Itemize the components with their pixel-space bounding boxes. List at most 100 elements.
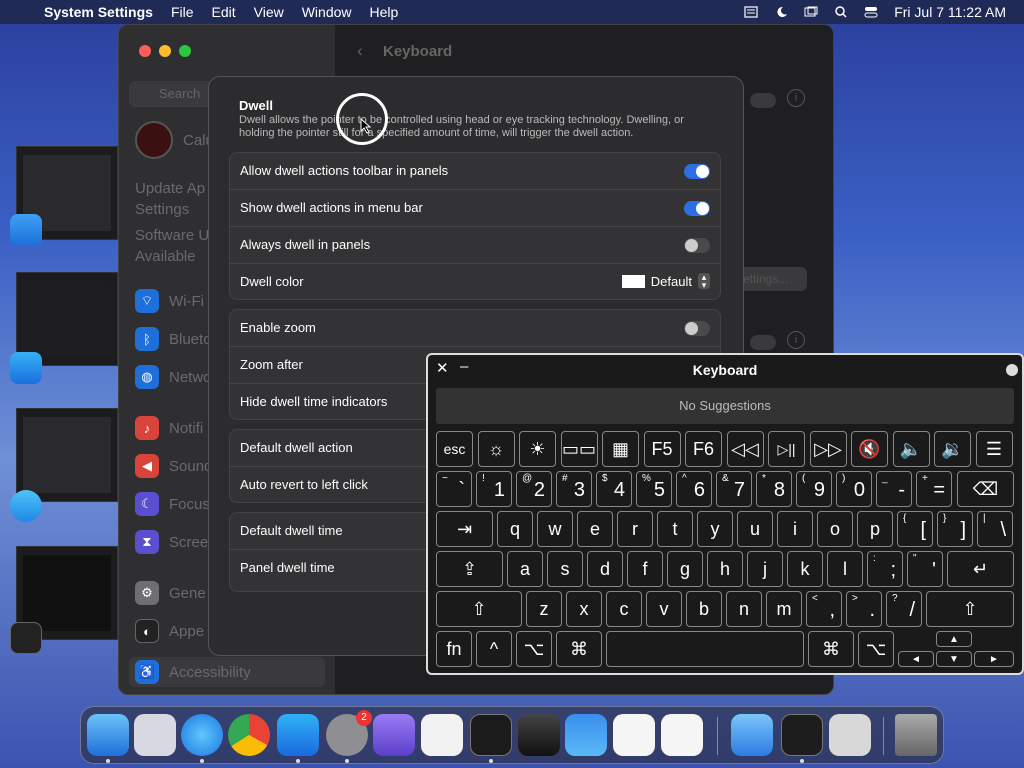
key-letter[interactable]: j	[747, 551, 783, 587]
left-command-key[interactable]: ⌘	[556, 631, 602, 667]
dock-podcasts-icon[interactable]	[373, 714, 415, 756]
key-letter[interactable]: b	[686, 591, 722, 627]
space-bar[interactable]	[606, 631, 804, 667]
dock-safari-icon[interactable]	[181, 714, 223, 763]
key-letter[interactable]: u	[737, 511, 773, 547]
menu-clock[interactable]: Fri Jul 7 11:22 AM	[894, 4, 1006, 20]
dock-app-store-icon[interactable]	[277, 714, 319, 763]
key-number[interactable]: ~ `	[436, 471, 472, 507]
caps-lock-key[interactable]: ⇪	[436, 551, 503, 587]
key-fn-row[interactable]: F5	[643, 431, 681, 467]
dock-vscode-icon[interactable]	[661, 714, 703, 756]
key-fn-row[interactable]: 🔈	[892, 431, 930, 467]
dock-instruments-icon[interactable]	[518, 714, 560, 756]
key-letter[interactable]: a	[507, 551, 543, 587]
sidebar-software-update[interactable]: Software U Available	[135, 227, 209, 265]
key-letter[interactable]: p	[857, 511, 893, 547]
key-letter[interactable]: f	[627, 551, 663, 587]
sidebar-item-network[interactable]: ◍ Netwo	[135, 365, 212, 389]
key-symbol[interactable]: <,	[806, 591, 842, 627]
menu-view[interactable]: View	[245, 4, 293, 20]
arrow-up-key[interactable]: ▲	[936, 631, 972, 647]
key-letter[interactable]: z	[526, 591, 562, 627]
key-number[interactable]: * 8	[756, 471, 792, 507]
right-command-key[interactable]: ⌘	[808, 631, 854, 667]
sidebar-item-screen-time[interactable]: ⧗ Scree	[135, 530, 208, 554]
key-number[interactable]: + =	[916, 471, 952, 507]
dock-system-settings-icon[interactable]: 2	[326, 710, 372, 763]
window-icon[interactable]	[804, 6, 818, 18]
control-key[interactable]: ^	[476, 631, 512, 667]
menu-edit[interactable]: Edit	[203, 4, 245, 20]
key-fn-row[interactable]: 🔉	[934, 431, 971, 467]
sidebar-item-bluetooth[interactable]: ᛒ Blueto	[135, 327, 212, 351]
key-letter[interactable]: l	[827, 551, 863, 587]
right-shift-key[interactable]: ⇧	[926, 591, 1014, 627]
dock-visual-studio-icon[interactable]	[613, 714, 655, 756]
toggle-switch[interactable]	[684, 201, 710, 216]
menu-app-name[interactable]: System Settings	[34, 4, 162, 20]
key-letter[interactable]: c	[606, 591, 642, 627]
key-letter[interactable]: d	[587, 551, 623, 587]
key-number[interactable]: & 7	[716, 471, 752, 507]
key-letter[interactable]: i	[777, 511, 813, 547]
control-center-icon[interactable]	[864, 6, 878, 18]
key-letter[interactable]: n	[726, 591, 762, 627]
key-symbol[interactable]: | \	[977, 511, 1013, 547]
sidebar-item-appearance[interactable]: ◐ Appe	[135, 619, 204, 643]
key-letter[interactable]: y	[697, 511, 733, 547]
key-number[interactable]: ) 0	[836, 471, 872, 507]
key-letter[interactable]: s	[547, 551, 583, 587]
key-letter[interactable]: g	[667, 551, 703, 587]
finder-icon[interactable]	[10, 214, 42, 246]
key-letter[interactable]: o	[817, 511, 853, 547]
arrow-left-key[interactable]: ◄	[898, 651, 934, 667]
dock-grapher-icon[interactable]	[829, 714, 871, 756]
tab-key[interactable]: ⇥	[436, 511, 493, 547]
safari-icon[interactable]	[10, 490, 42, 522]
dock-weather-icon[interactable]	[565, 714, 607, 756]
key-number[interactable]: ! 1	[476, 471, 512, 507]
key-number[interactable]: % 5	[636, 471, 672, 507]
key-symbol[interactable]: " '	[907, 551, 943, 587]
sidebar-item-wifi[interactable]: ⌔ Wi-Fi	[135, 289, 204, 313]
key-fn-row[interactable]: ☰	[975, 431, 1013, 467]
key-symbol[interactable]: >.	[846, 591, 882, 627]
dock-textedit-icon[interactable]	[421, 714, 463, 756]
key-fn-row[interactable]: esc	[436, 431, 473, 467]
dock-chrome-icon[interactable]	[228, 714, 270, 756]
right-option-key[interactable]: ⌥	[858, 631, 894, 667]
key-letter[interactable]: r	[617, 511, 653, 547]
back-button[interactable]: ‹	[357, 41, 363, 61]
more-options-icon[interactable]	[1006, 364, 1018, 376]
key-letter[interactable]: t	[657, 511, 693, 547]
menu-help[interactable]: Help	[361, 4, 408, 20]
fn-key[interactable]: fn	[436, 631, 472, 667]
key-symbol[interactable]: }]	[937, 511, 973, 547]
moon-icon[interactable]	[774, 6, 788, 18]
key-letter[interactable]: v	[646, 591, 682, 627]
zoom-window-button[interactable]	[179, 45, 191, 57]
app-store-icon[interactable]	[10, 352, 42, 384]
stage-thumbnail-safari[interactable]	[16, 408, 118, 502]
dock-finder-icon[interactable]	[87, 714, 129, 763]
key-number[interactable]: $4	[596, 471, 632, 507]
key-letter[interactable]: k	[787, 551, 823, 587]
sidebar-item-notifications[interactable]: ♪ Notifi	[135, 416, 203, 440]
close-window-button[interactable]	[139, 45, 151, 57]
key-symbol[interactable]: {[	[897, 511, 933, 547]
key-fn-row[interactable]: ▷||	[768, 431, 805, 467]
key-fn-row[interactable]: ☀	[519, 431, 556, 467]
key-symbol[interactable]: :;	[867, 551, 903, 587]
sidebar-update-apps[interactable]: Update Ap Settings	[135, 180, 205, 218]
key-number[interactable]: _ -	[876, 471, 912, 507]
toggle-switch[interactable]	[684, 321, 710, 336]
delete-key[interactable]: ⌫	[957, 471, 1014, 507]
sidebar-item-general[interactable]: ⚙ Gene	[135, 581, 206, 605]
key-fn-row[interactable]: ▦	[602, 431, 639, 467]
sidebar-item-focus[interactable]: ☾ Focus	[135, 492, 210, 516]
minimize-window-button[interactable]	[159, 45, 171, 57]
trash-icon[interactable]	[895, 714, 937, 756]
key-fn-row[interactable]: ◁◁	[726, 431, 764, 467]
key-fn-row[interactable]: ☼	[477, 431, 515, 467]
